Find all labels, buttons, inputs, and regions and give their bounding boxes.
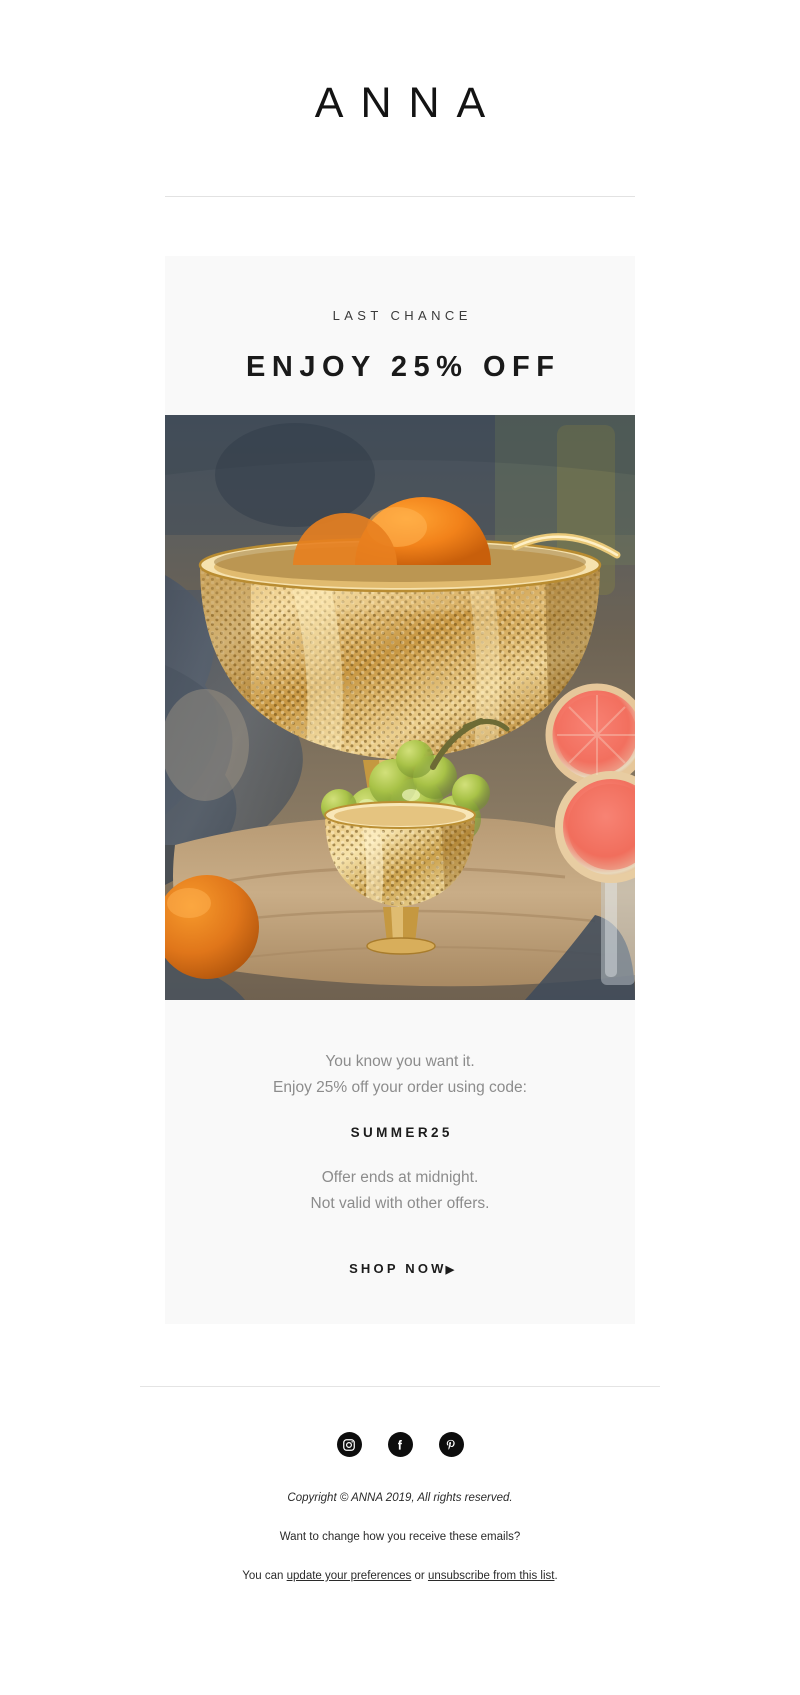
copyright-text: Copyright © ANNA 2019, All rights reserv… [287, 1492, 513, 1504]
footer-text: Copyright © ANNA 2019, All rights reserv… [0, 1489, 800, 1586]
pinterest-icon[interactable] [438, 1432, 464, 1457]
footer-divider [140, 1386, 660, 1387]
promo-card: LAST CHANCE ENJOY 25% OFF You know you w… [165, 256, 635, 1324]
promo-terms: Offer ends at midnight. Not valid with o… [199, 1165, 601, 1217]
header-divider [165, 196, 635, 197]
shop-now-button[interactable]: SHOP NOW▶ [346, 1261, 454, 1276]
unsubscribe-link[interactable]: unsubscribe from this list [428, 1570, 555, 1582]
copy-line-1: You know you want it. [325, 1053, 475, 1070]
update-preferences-link[interactable]: update your preferences [287, 1570, 412, 1582]
promo-copy: You know you want it. Enjoy 25% off your… [165, 1049, 635, 1278]
links-middle: or [411, 1570, 428, 1582]
promo-code: SUMMER25 [350, 1125, 453, 1140]
links-suffix: . [554, 1570, 558, 1582]
email-page: ANNA LAST CHANCE ENJOY 25% OFF You know … [0, 0, 800, 1695]
play-arrow-icon: ▶ [445, 1264, 455, 1276]
social-links [0, 1432, 800, 1457]
facebook-icon[interactable] [387, 1432, 413, 1457]
links-prefix: You can [242, 1570, 287, 1582]
footer-links: You can update your preferences or unsub… [0, 1567, 800, 1586]
terms-line-1: Offer ends at midnight. [321, 1169, 479, 1186]
instagram-icon[interactable] [336, 1432, 362, 1457]
footer-question: Want to change how you receive these ema… [279, 1531, 521, 1543]
email-header: ANNA [0, 0, 800, 197]
terms-line-2: Not valid with other offers. [310, 1195, 490, 1212]
promo-eyebrow: LAST CHANCE [332, 308, 472, 323]
copy-line-2: Enjoy 25% off your order using code: [273, 1079, 527, 1096]
shop-now-label: SHOP NOW [349, 1261, 447, 1276]
promo-headline: ENJOY 25% OFF [246, 351, 561, 383]
hero-image-artwork [165, 415, 635, 1000]
brand-logo[interactable]: ANNA [0, 82, 800, 125]
hero-image [165, 415, 635, 1000]
